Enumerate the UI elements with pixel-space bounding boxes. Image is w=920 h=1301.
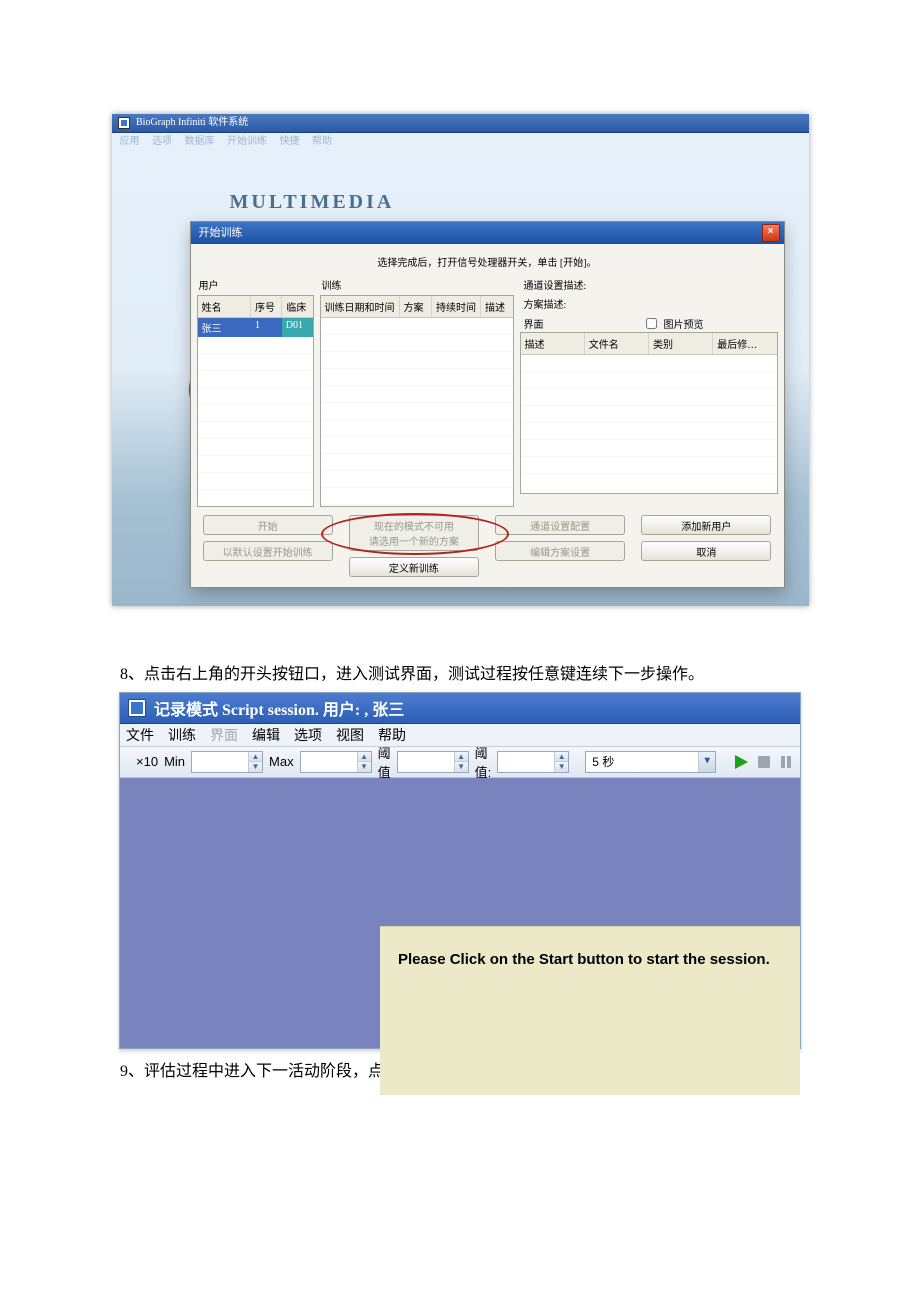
label-user: 用户: [199, 277, 314, 292]
threshold1-input[interactable]: [398, 752, 454, 772]
time-combo[interactable]: 5 秒 ▾: [585, 751, 716, 773]
checkbox-preview-label: 图片预览: [664, 316, 704, 331]
record-title: 记录模式 Script session. 用户: , 张三: [154, 696, 404, 720]
checkbox-preview-input[interactable]: [646, 318, 657, 329]
start-training-dialog: 开始训练 × 选择完成后，打开信号处理器开关，单击 [开始]。 用户 姓名 序号…: [190, 221, 785, 588]
plan-config-button: 编辑方案设置: [495, 541, 625, 561]
dialog-hint: 选择完成后，打开信号处理器开关，单击 [开始]。: [197, 254, 778, 269]
label-channel-desc: 通道设置描述:: [524, 277, 778, 292]
step8-text: 8、点击右上角的开头按钮口，进入测试界面，测试过程按任意键连续下一步操作。: [120, 662, 800, 688]
record-menubar: 文件 训练 界面 编辑 选项 视图 帮助: [120, 724, 800, 747]
label-min: Min: [164, 754, 185, 769]
col-duration: 持续时间: [432, 296, 481, 317]
stop-icon: [757, 755, 771, 769]
max-spinner[interactable]: ▲▼: [300, 751, 372, 773]
start-banner-text: Please Click on the Start button to star…: [398, 951, 770, 968]
start-banner: Please Click on the Start button to star…: [380, 926, 800, 1095]
start-button: 开始: [203, 515, 333, 535]
dialog-titlebar: 开始训练 ×: [191, 222, 784, 244]
menu-train[interactable]: 训练: [168, 725, 196, 745]
dropdown-icon[interactable]: ▾: [698, 752, 715, 772]
play-button[interactable]: [732, 751, 750, 773]
col-r-file: 文件名: [585, 333, 649, 354]
spin-down-icon[interactable]: ▼: [454, 762, 468, 772]
col-seq: 序号: [251, 296, 282, 317]
col-desc: 描述: [481, 296, 513, 317]
dialog-title: 开始训练: [199, 222, 243, 244]
label-plan-desc: 方案描述:: [524, 296, 778, 311]
menu-help[interactable]: 帮助: [312, 136, 332, 147]
user-row-selected[interactable]: 张三 1 D01: [198, 318, 313, 337]
menu-help[interactable]: 帮助: [378, 725, 406, 745]
record-toolbar: ×10 Min ▲▼ Max ▲▼ 阈值 ▲▼ 阈值: ▲▼: [120, 747, 800, 778]
min-input[interactable]: [192, 752, 248, 772]
menu-view[interactable]: 视图: [336, 725, 364, 745]
col-plan: 方案: [400, 296, 433, 317]
label-screen: 界面: [524, 316, 544, 331]
threshold2-spinner[interactable]: ▲▼: [497, 751, 569, 773]
default-start-button: 以默认设置开始训练: [203, 541, 333, 561]
checkbox-preview[interactable]: 图片预览: [642, 315, 704, 332]
pause-button: [778, 751, 794, 773]
app-icon: [118, 117, 130, 129]
stop-button: [756, 751, 772, 773]
label-threshold1: 阈值: [378, 743, 391, 781]
label-train: 训练: [322, 277, 514, 292]
menu-shortcut[interactable]: 快捷: [280, 136, 300, 147]
menu-start[interactable]: 开始训练: [227, 136, 267, 147]
time-combo-value: 5 秒: [586, 753, 698, 770]
col-r-mod: 最后修…: [713, 333, 776, 354]
menu-file[interactable]: 文件: [126, 725, 154, 745]
train-grid[interactable]: 训练日期和时间 方案 持续时间 描述: [320, 295, 514, 507]
label-threshold2: 阈值:: [475, 743, 492, 781]
channel-config-button: 通道设置配置: [495, 515, 625, 535]
max-input[interactable]: [301, 752, 357, 772]
col-r-type: 类别: [649, 333, 713, 354]
app-titlebar: BioGraph Infiniti 软件系统: [112, 114, 809, 133]
screen-grid[interactable]: 描述 文件名 类别 最后修…: [520, 332, 778, 494]
dialog-close-button[interactable]: ×: [762, 224, 780, 242]
spin-down-icon[interactable]: ▼: [357, 762, 371, 772]
record-canvas: Please Click on the Start button to star…: [120, 778, 800, 1048]
menu-options[interactable]: 选项: [152, 136, 172, 147]
add-user-button[interactable]: 添加新用户: [641, 515, 771, 535]
menu-edit[interactable]: 编辑: [252, 725, 280, 745]
spin-up-icon[interactable]: ▲: [454, 752, 468, 763]
user-grid[interactable]: 姓名 序号 临床 张三 1 D01: [197, 295, 314, 507]
threshold1-spinner[interactable]: ▲▼: [397, 751, 469, 773]
menu-database[interactable]: 数据库: [185, 136, 215, 147]
label-max: Max: [269, 754, 294, 769]
spin-down-icon[interactable]: ▼: [554, 762, 568, 772]
screenshot-biograph: BioGraph Infiniti 软件系统 应用 选项 数据库 开始训练 快捷…: [112, 114, 809, 606]
app-title: BioGraph Infiniti 软件系统: [136, 117, 248, 128]
menu-option[interactable]: 选项: [294, 725, 322, 745]
min-spinner[interactable]: ▲▼: [191, 751, 263, 773]
col-r-desc: 描述: [521, 333, 585, 354]
play-icon: [733, 754, 749, 770]
app-icon: [128, 699, 146, 717]
script-unavailable-button: 现在的模式不可用 请选用一个新的方案: [349, 515, 479, 551]
brand-text: MULTIMEDIA: [230, 191, 395, 213]
spin-up-icon[interactable]: ▲: [357, 752, 371, 763]
threshold2-input[interactable]: [498, 752, 554, 772]
spin-up-icon[interactable]: ▲: [248, 752, 262, 763]
label-scale: ×10: [136, 754, 158, 769]
menu-app[interactable]: 应用: [120, 136, 140, 147]
col-datetime: 训练日期和时间: [321, 296, 400, 317]
app-menubar: 应用 选项 数据库 开始训练 快捷 帮助: [112, 133, 809, 151]
spin-up-icon[interactable]: ▲: [554, 752, 568, 763]
cancel-button[interactable]: 取消: [641, 541, 771, 561]
menu-screen: 界面: [210, 725, 238, 745]
define-training-button[interactable]: 定义新训练: [349, 557, 479, 577]
brand-logo: MULTIMEDIA: [230, 191, 430, 219]
col-name: 姓名: [198, 296, 252, 317]
pause-icon: [779, 755, 793, 769]
col-clinic: 临床: [282, 296, 312, 317]
record-titlebar: 记录模式 Script session. 用户: , 张三: [120, 693, 800, 724]
screenshot-record-mode: 记录模式 Script session. 用户: , 张三 文件 训练 界面 编…: [119, 692, 801, 1049]
spin-down-icon[interactable]: ▼: [248, 762, 262, 772]
